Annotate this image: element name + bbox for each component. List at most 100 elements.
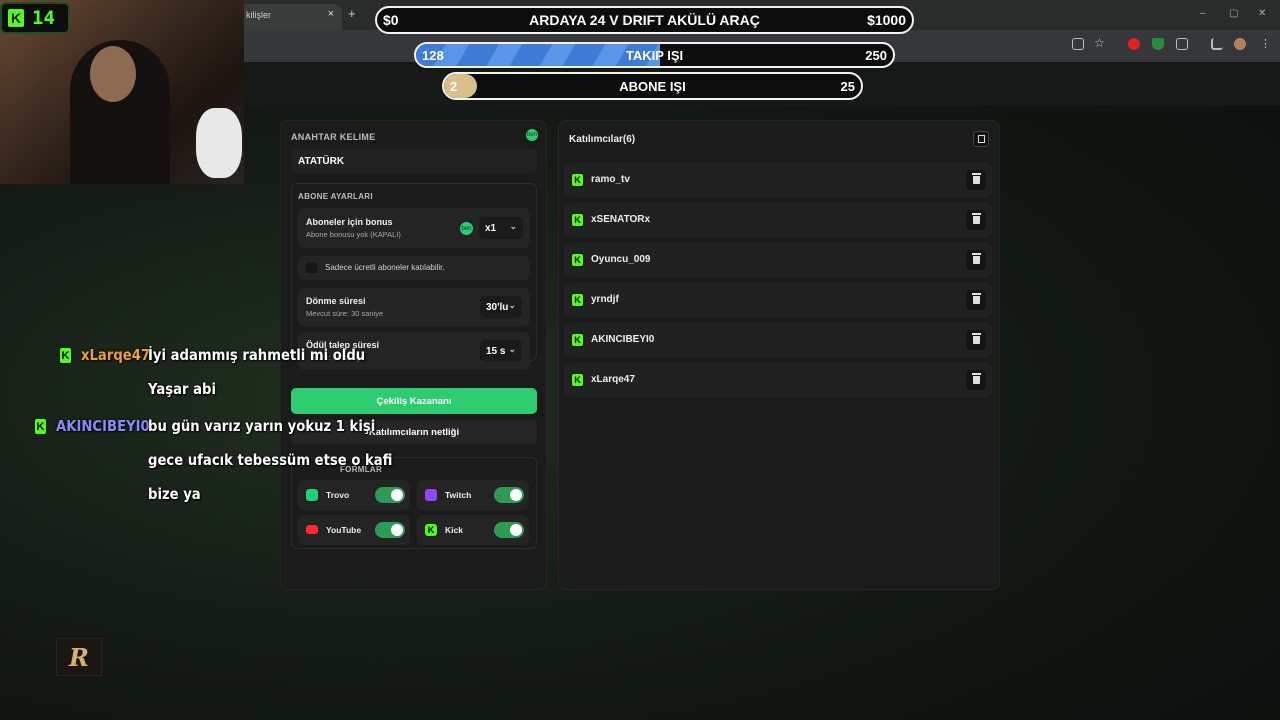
close-window-icon[interactable]: ✕ bbox=[1258, 8, 1266, 19]
youtube-icon bbox=[306, 525, 318, 534]
bonus-multiplier-value: x1 bbox=[485, 222, 497, 234]
bonus-multiplier-select[interactable]: x1 ⌄ bbox=[479, 217, 523, 239]
delete-button[interactable] bbox=[966, 290, 986, 310]
streamer-head bbox=[90, 46, 136, 102]
star-icon[interactable]: ☆ bbox=[1094, 36, 1106, 50]
trash-icon bbox=[971, 173, 981, 184]
copy-icon[interactable] bbox=[973, 131, 989, 147]
reading-list-icon[interactable] bbox=[1211, 38, 1223, 50]
chat-line: bu gün varız yarın yokuz 1 kişi bbox=[148, 417, 376, 435]
platform-name: YouTube bbox=[326, 525, 362, 535]
tab-label: kilişler bbox=[246, 10, 272, 20]
platform-name: Kick bbox=[445, 525, 463, 535]
goal-target: 250 bbox=[865, 47, 887, 63]
paid-only-row[interactable]: Sadece ücretli aboneler katılabilir. bbox=[298, 256, 530, 280]
spin-duration-select[interactable]: 30'lu ⌄ bbox=[480, 296, 522, 318]
spin-duration-value: 30'lu bbox=[486, 301, 509, 313]
participant-row: Kyrndjf bbox=[564, 283, 992, 317]
shield-icon[interactable] bbox=[1152, 38, 1164, 50]
menu-icon[interactable]: ⋮ bbox=[1260, 37, 1272, 50]
chevron-down-icon: ⌄ bbox=[509, 221, 517, 231]
bonus-card: Aboneler için bonus Abone bonusu yok (KA… bbox=[298, 208, 530, 248]
participant-name: ramo_tv bbox=[591, 174, 630, 185]
channel-logo: R bbox=[56, 638, 102, 676]
participant-name: Oyuncu_009 bbox=[591, 254, 651, 265]
delete-button[interactable] bbox=[966, 370, 986, 390]
kick-toggle[interactable] bbox=[494, 522, 524, 538]
spin-desc: Mevcut süre: 30 saniye bbox=[306, 309, 384, 318]
claim-duration-select[interactable]: 15 s ⌄ bbox=[480, 340, 522, 362]
platform-youtube: YouTube bbox=[298, 515, 410, 545]
kick-icon: K bbox=[425, 524, 437, 536]
trash-icon bbox=[971, 253, 981, 264]
chat-username: xLarqe47 bbox=[81, 346, 151, 364]
kick-icon: K bbox=[572, 214, 583, 226]
delete-button[interactable] bbox=[966, 170, 986, 190]
kick-icon: K bbox=[572, 174, 583, 186]
participant-row: K AKINCIBEYI0 bbox=[564, 323, 992, 357]
kick-icon: K bbox=[572, 294, 583, 306]
kick-icon: K bbox=[572, 254, 583, 266]
chevron-down-icon: ⌄ bbox=[508, 344, 516, 354]
platform-twitch: Twitch bbox=[417, 480, 529, 510]
goal-bar-donation: $0 ARDAYA 24 V DRIFT AKÜLÜ ARAÇ $1000 bbox=[375, 6, 914, 34]
bonus-desc: Abone bonusu yok (KAPALI) bbox=[306, 230, 401, 239]
keyword-input[interactable]: ATATÜRK bbox=[291, 149, 537, 173]
translate-icon[interactable] bbox=[1072, 38, 1084, 50]
paid-only-label: Sadece ücretli aboneler katılabilir. bbox=[325, 263, 445, 272]
delete-button[interactable] bbox=[966, 250, 986, 270]
twitch-icon bbox=[425, 489, 437, 501]
chat-line: İyi adammış rahmetli mi oldu bbox=[148, 346, 366, 364]
claim-duration-value: 15 s bbox=[486, 345, 506, 357]
participant-name: xLarqe47 bbox=[591, 374, 635, 385]
puzzle-icon[interactable] bbox=[1176, 38, 1188, 50]
minimize-icon[interactable]: – bbox=[1200, 8, 1206, 19]
trovo-icon bbox=[306, 489, 318, 501]
kick-icon: K bbox=[572, 374, 583, 386]
kick-icon: K bbox=[60, 348, 71, 363]
draw-winner-button[interactable]: Çekiliş Kazananı bbox=[291, 388, 537, 414]
platform-trovo: Trovo bbox=[298, 480, 410, 510]
chat-username: AKINCIBEYI0 bbox=[56, 417, 150, 435]
viewer-badge: K 14 bbox=[0, 2, 70, 34]
participant-row: Kramo_tv bbox=[564, 163, 992, 197]
delete-button[interactable] bbox=[966, 330, 986, 350]
webcam-overlay: K 14 bbox=[0, 0, 244, 184]
trovo-toggle[interactable] bbox=[375, 487, 405, 503]
maximize-icon[interactable]: ▢ bbox=[1229, 8, 1238, 19]
participant-name: yrndjf bbox=[591, 294, 619, 305]
new-tab-icon[interactable]: + bbox=[348, 6, 356, 21]
goal-title: TAKIP IŞI bbox=[625, 47, 684, 63]
keyword-status-badge: ben bbox=[526, 129, 538, 141]
kick-icon: K bbox=[35, 419, 46, 434]
delete-button[interactable] bbox=[966, 210, 986, 230]
browser-tab[interactable]: kilişler × bbox=[238, 4, 342, 30]
extension-icon[interactable] bbox=[1128, 38, 1140, 50]
chat-line: bize ya bbox=[148, 485, 201, 503]
subscriber-section-title: ABONE AYARLARI bbox=[298, 192, 373, 201]
goal-title: ARDAYA 24 V DRIFT AKÜLÜ ARAÇ bbox=[529, 12, 760, 28]
platforms-group: FORMLAR Trovo Twitch YouTube K Kick bbox=[291, 457, 537, 549]
participant-row: KxSENATORx bbox=[564, 203, 992, 237]
platform-name: Twitch bbox=[445, 490, 472, 500]
chat-message: AKINCIBEYI0 bbox=[56, 417, 150, 435]
kick-icon: K bbox=[572, 334, 583, 346]
chat-line: gece ufacık tebessüm etse o kafi bbox=[148, 451, 393, 469]
platform-name: Trovo bbox=[326, 490, 350, 500]
viewer-count: 14 bbox=[32, 7, 55, 29]
goal-bar-subscriber: 2 ABONE IŞI 25 bbox=[442, 72, 863, 100]
chat-line: Yaşar abi bbox=[148, 380, 217, 398]
spin-title: Dönme süresi bbox=[306, 296, 366, 306]
participant-row: K Oyuncu_009 bbox=[564, 243, 992, 277]
panda-plush bbox=[196, 108, 242, 178]
close-tab-icon[interactable]: × bbox=[328, 8, 334, 20]
participant-name: xSENATORx bbox=[591, 214, 651, 225]
paid-only-checkbox[interactable] bbox=[306, 262, 317, 273]
goal-title: ABONE IŞI bbox=[619, 78, 686, 94]
participant-name: AKINCIBEYI0 bbox=[591, 334, 655, 345]
avatar[interactable] bbox=[1234, 38, 1246, 50]
twitch-toggle[interactable] bbox=[494, 487, 524, 503]
youtube-toggle[interactable] bbox=[375, 522, 405, 538]
bonus-status-badge: ben bbox=[460, 222, 473, 235]
chat-message: xLarqe47 bbox=[81, 346, 150, 364]
